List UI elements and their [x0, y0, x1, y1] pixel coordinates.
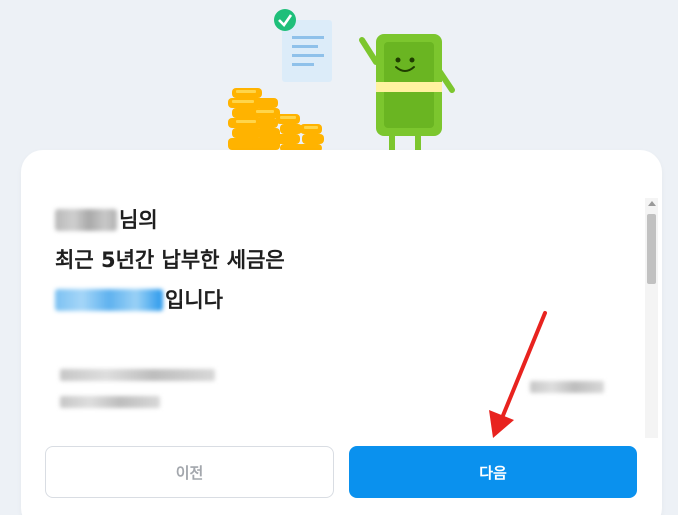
headline-line2: 최근 5년간 납부한 세금은	[55, 248, 285, 272]
redacted-amount	[55, 289, 163, 311]
headline-tax-row: 최근 5년간 납부한 세금은	[55, 240, 615, 280]
name-suffix: 님의	[119, 208, 158, 232]
redacted-name	[55, 209, 117, 231]
gold-coins-icon	[228, 88, 324, 152]
headline-amount-row: 입니다	[55, 280, 615, 320]
scroll-up-icon[interactable]	[648, 201, 656, 206]
result-headline: 님의 최근 5년간 납부한 세금은 입니다	[55, 200, 615, 320]
next-button[interactable]: 다음	[349, 446, 637, 498]
header-illustration	[228, 9, 455, 153]
redacted-detail-line-2	[60, 396, 160, 408]
next-button-label: 다음	[479, 463, 507, 482]
money-character-icon	[359, 34, 455, 153]
scroll-thumb[interactable]	[647, 214, 656, 284]
amount-suffix: 입니다	[165, 288, 223, 312]
headline-name-row: 님의	[55, 200, 615, 240]
prev-button-label: 이전	[175, 463, 204, 482]
prev-button[interactable]: 이전	[45, 446, 334, 498]
check-badge-icon	[274, 9, 296, 31]
scrollbar[interactable]	[645, 198, 658, 438]
redacted-detail-line-1	[60, 369, 215, 381]
redacted-detail-value	[530, 381, 604, 393]
